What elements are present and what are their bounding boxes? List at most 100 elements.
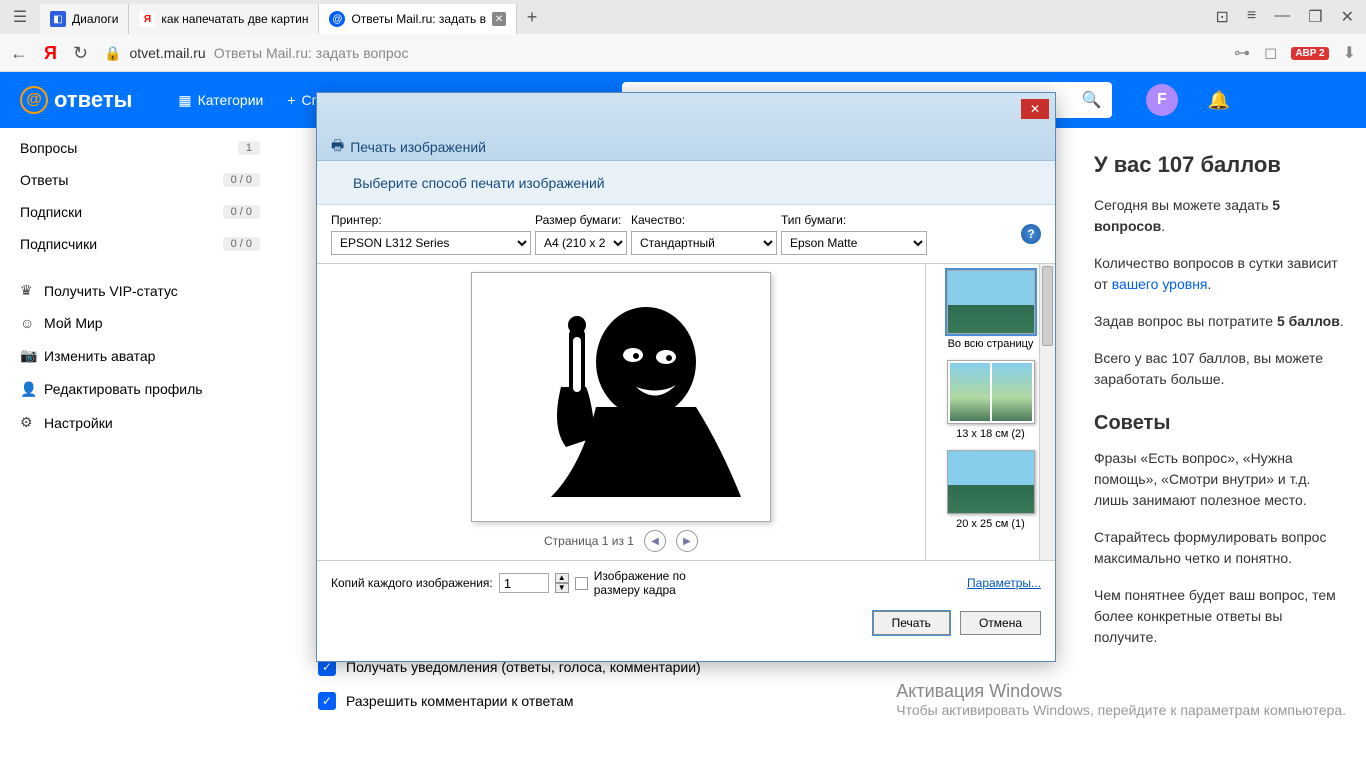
adblock-icon[interactable]: ABP 2	[1291, 47, 1328, 60]
reload-icon[interactable]: ↻	[73, 43, 88, 64]
papertype-label: Тип бумаги:	[781, 213, 927, 227]
printer-icon: 🖶	[331, 135, 344, 159]
sidebar-subscriptions[interactable]: Подписки0 / 0	[20, 196, 260, 228]
browser-chrome: ☰ ◧ Диалоги Я как напечатать две картин …	[0, 0, 1366, 72]
layout-scrollbar[interactable]	[1039, 264, 1055, 560]
dialog-titlebar: ✕ 🖶 Печать изображений	[317, 93, 1055, 161]
url-title: Ответы Mail.ru: задать вопрос	[214, 45, 409, 61]
tab-title: Ответы Mail.ru: задать в	[351, 12, 486, 26]
dialog-title: 🖶 Печать изображений	[331, 135, 486, 159]
back-icon[interactable]: ←	[10, 43, 28, 64]
sidebar-vip[interactable]: ♛Получить VIP-статус	[20, 274, 260, 307]
preview-image	[481, 282, 761, 512]
menu-icon[interactable]: ≡	[1247, 7, 1256, 27]
sidebar-toggle-icon[interactable]: ☰	[0, 7, 40, 27]
badge: 0 / 0	[223, 173, 260, 187]
print-button[interactable]: Печать	[873, 611, 950, 635]
options-checks: ✓ Получать уведомления (ответы, голоса, …	[318, 658, 701, 726]
points-heading: У вас 107 баллов	[1094, 148, 1348, 181]
tab-strip: ☰ ◧ Диалоги Я как напечатать две картин …	[0, 0, 1366, 34]
tab-title: Диалоги	[72, 12, 118, 26]
sidebar-moimir[interactable]: ☺Мой Мир	[20, 307, 260, 339]
preview-page	[471, 272, 771, 522]
favicon-icon: @	[329, 11, 345, 27]
next-page-button[interactable]: ▶	[676, 530, 698, 552]
tab-mailru[interactable]: @ Ответы Mail.ru: задать в ✕	[319, 4, 517, 34]
dialog-close-button[interactable]: ✕	[1021, 99, 1049, 119]
logo-text: ответы	[54, 87, 132, 113]
download-icon[interactable]: ⬇	[1343, 43, 1356, 63]
preview-area: Страница 1 из 1 ◀ ▶ Во всю страницу 13 x…	[317, 263, 1055, 561]
favicon-icon: ◧	[50, 11, 66, 27]
search-icon: 🔍	[1082, 90, 1102, 110]
dialog-buttons: Печать Отмена	[317, 605, 1055, 645]
layout-13x18[interactable]: 13 x 18 см (2)	[930, 360, 1051, 440]
page-indicator: Страница 1 из 1 ◀ ▶	[544, 530, 698, 552]
sidebar-answers[interactable]: Ответы0 / 0	[20, 164, 260, 196]
yandex-icon[interactable]: Я	[44, 43, 57, 64]
badge: 0 / 0	[223, 205, 260, 219]
sidebar-questions[interactable]: Вопросы1	[20, 132, 260, 164]
quality-select[interactable]: Стандартный	[631, 231, 777, 255]
avatar[interactable]: F	[1146, 84, 1178, 116]
camera-icon: 📷	[20, 347, 44, 364]
printer-label: Принтер:	[331, 213, 531, 227]
url-domain: otvet.mail.ru	[129, 45, 205, 61]
key-icon[interactable]: ⊶	[1234, 43, 1250, 63]
help-icon[interactable]: ?	[1021, 224, 1041, 244]
tab-yandex[interactable]: Я как напечатать две картин	[129, 4, 319, 34]
check-comments[interactable]: ✓ Разрешить комментарии к ответам	[318, 692, 701, 710]
printer-select[interactable]: EPSON L312 Series	[331, 231, 531, 255]
papertype-select[interactable]: Epson Matte	[781, 231, 927, 255]
sidebar-settings[interactable]: ⚙Настройки	[20, 406, 260, 439]
copies-label: Копий каждого изображения:	[331, 576, 493, 590]
badge: 1	[238, 141, 260, 155]
sidebar-subscribers[interactable]: Подписчики0 / 0	[20, 228, 260, 260]
tab-dialogs[interactable]: ◧ Диалоги	[40, 4, 129, 34]
print-dialog: ✕ 🖶 Печать изображений Выберите способ п…	[316, 92, 1056, 662]
sidebar: Вопросы1 Ответы0 / 0 Подписки0 / 0 Подпи…	[0, 128, 280, 768]
at-icon: @	[20, 86, 48, 114]
layout-options: Во всю страницу 13 x 18 см (2) 20 x 25 с…	[925, 264, 1055, 560]
moimir-icon: ☺	[20, 315, 44, 331]
site-logo[interactable]: @ ответы	[20, 86, 132, 114]
quality-label: Качество:	[631, 213, 777, 227]
checkbox-icon: ✓	[318, 692, 336, 710]
gear-icon: ⚙	[20, 414, 44, 431]
minimize-icon[interactable]: —	[1274, 7, 1290, 27]
dialog-subtitle: Выберите способ печати изображений	[317, 161, 1055, 205]
right-panel: У вас 107 баллов Сегодня вы можете задат…	[1076, 128, 1366, 768]
reader-icon[interactable]: ⊡	[1216, 7, 1229, 27]
layout-20x25[interactable]: 20 x 25 см (1)	[930, 450, 1051, 530]
url-input[interactable]: 🔒 otvet.mail.ru Ответы Mail.ru: задать в…	[104, 45, 1218, 62]
fit-checkbox[interactable]	[575, 577, 588, 590]
address-bar: ← Я ↻ 🔒 otvet.mail.ru Ответы Mail.ru: за…	[0, 34, 1366, 72]
cancel-button[interactable]: Отмена	[960, 611, 1041, 635]
favicon-icon: Я	[139, 11, 155, 27]
bell-icon[interactable]: 🔔	[1208, 90, 1230, 111]
copies-row: Копий каждого изображения: ▲▼ Изображени…	[317, 561, 1055, 605]
paper-label: Размер бумаги:	[535, 213, 627, 227]
prev-page-button[interactable]: ◀	[644, 530, 666, 552]
maximize-icon[interactable]: ❐	[1308, 7, 1322, 27]
layout-full-page[interactable]: Во всю страницу	[930, 270, 1051, 350]
printer-settings-row: Принтер: EPSON L312 Series Размер бумаги…	[317, 205, 1055, 255]
preview-artwork-icon	[491, 287, 751, 507]
window-controls: ⊡ ≡ — ❐ ✕	[1216, 7, 1366, 27]
close-icon[interactable]: ✕	[492, 12, 506, 26]
new-tab-button[interactable]: +	[517, 7, 547, 28]
copies-spinner[interactable]: ▲▼	[555, 573, 569, 593]
parameters-link[interactable]: Параметры...	[967, 576, 1041, 590]
person-icon: 👤	[20, 381, 44, 398]
nav-categories[interactable]: ▦ Категории	[178, 92, 263, 109]
paper-select[interactable]: A4 (210 x 297)	[535, 231, 627, 255]
close-window-icon[interactable]: ✕	[1341, 7, 1354, 27]
level-link[interactable]: вашего уровня	[1112, 276, 1208, 292]
sidebar-edit-profile[interactable]: 👤Редактировать профиль	[20, 372, 260, 406]
lock-icon: 🔒	[104, 45, 121, 62]
bookmark-icon[interactable]: ◻	[1264, 43, 1277, 63]
tips-heading: Советы	[1094, 408, 1348, 438]
crown-icon: ♛	[20, 282, 44, 299]
copies-input[interactable]	[499, 573, 549, 593]
sidebar-avatar[interactable]: 📷Изменить аватар	[20, 339, 260, 372]
